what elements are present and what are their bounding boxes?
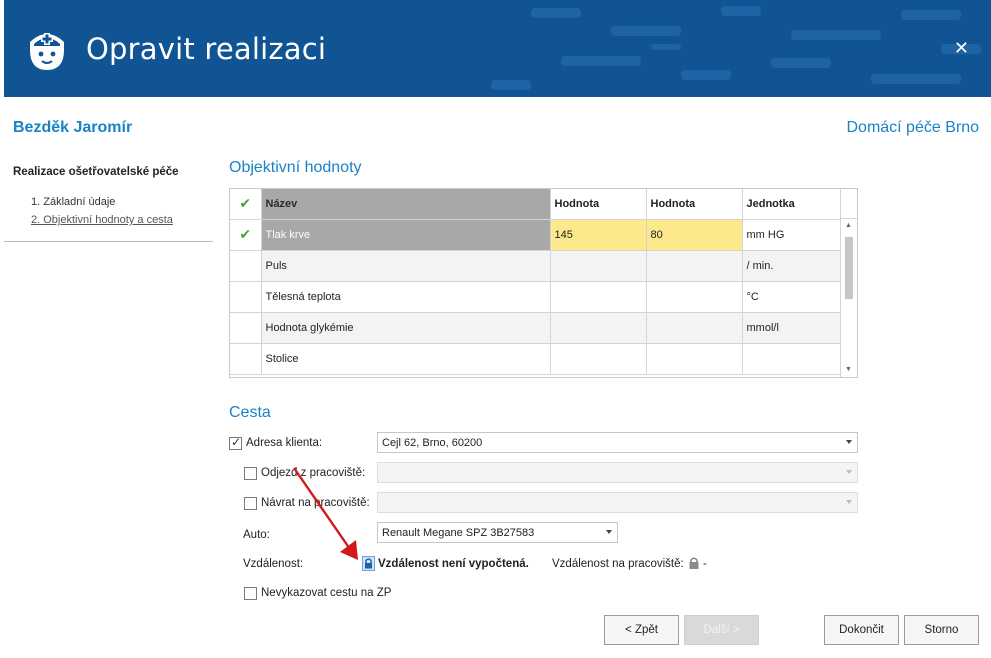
grid-scrollbar[interactable]: ▲ ▼ xyxy=(840,189,857,377)
row-name: Stolice xyxy=(261,343,551,375)
column-header-unit[interactable]: Jednotka xyxy=(742,189,842,220)
checkbox-tick-icon: ✓ xyxy=(231,435,242,449)
row-name: Tělesná teplota xyxy=(261,281,551,313)
objective-values-title: Objektivní hodnoty xyxy=(229,159,362,176)
wizard-step-objective-values[interactable]: 2. Objektivní hodnoty a cesta xyxy=(31,214,173,226)
column-header-name[interactable]: Název xyxy=(261,189,551,220)
close-icon[interactable]: ✕ xyxy=(954,38,969,59)
table-row[interactable]: ✔ Tlak krve 145 80 mm HG xyxy=(230,219,842,251)
lock-icon xyxy=(689,557,699,569)
row-name: Tlak krve xyxy=(261,219,551,251)
organization-name: Domácí péče Brno xyxy=(846,119,979,136)
departure-checkbox[interactable] xyxy=(244,467,257,480)
wizard-step-basic-data[interactable]: 1. Základní údaje xyxy=(31,196,115,208)
row-value-1[interactable] xyxy=(550,281,647,313)
no-report-checkbox[interactable] xyxy=(244,587,257,600)
back-button[interactable]: < Zpět xyxy=(604,615,679,645)
row-name: Hodnota glykémie xyxy=(261,312,551,344)
lock-icon[interactable] xyxy=(362,556,375,571)
row-name: Puls xyxy=(261,250,551,282)
header-check-icon[interactable]: ✔ xyxy=(230,189,262,220)
objective-values-grid[interactable]: ✔ Název Hodnota Hodnota Jednotka ✔ Tlak … xyxy=(229,188,858,378)
header-pattern xyxy=(491,6,981,90)
column-header-value-2[interactable]: Hodnota xyxy=(646,189,743,220)
row-check-cell[interactable] xyxy=(230,343,262,375)
client-address-value: Cejl 62, Brno, 60200 xyxy=(382,437,483,449)
chevron-down-icon xyxy=(846,500,852,504)
row-value-1[interactable] xyxy=(550,343,647,375)
sidebar-divider xyxy=(4,241,213,242)
distance-status: Vzdálenost není vypočtená. xyxy=(378,558,529,570)
row-unit: mmol/l xyxy=(742,312,842,344)
finish-button[interactable]: Dokončit xyxy=(824,615,899,645)
cancel-button[interactable]: Storno xyxy=(904,615,979,645)
car-label: Auto: xyxy=(243,529,270,541)
scroll-up-icon[interactable]: ▲ xyxy=(845,222,852,229)
table-row[interactable]: Hodnota glykémie mmol/l xyxy=(230,312,842,344)
scroll-down-icon[interactable]: ▼ xyxy=(845,366,852,373)
departure-select[interactable] xyxy=(377,462,858,483)
row-check-cell[interactable] xyxy=(230,250,262,282)
client-address-select[interactable]: Cejl 62, Brno, 60200 xyxy=(377,432,858,453)
distance-label: Vzdálenost: xyxy=(243,558,304,570)
row-value-1[interactable] xyxy=(550,312,647,344)
route-title: Cesta xyxy=(229,404,271,421)
client-address-label: Adresa klienta: xyxy=(246,437,323,449)
row-value-1[interactable] xyxy=(550,250,647,282)
no-report-label: Nevykazovat cestu na ZP xyxy=(261,587,392,599)
nurse-icon xyxy=(30,33,64,70)
return-select[interactable] xyxy=(377,492,858,513)
row-unit: mm HG xyxy=(742,219,842,251)
row-value-2[interactable] xyxy=(646,281,743,313)
departure-label: Odjezd z pracoviště: xyxy=(261,467,366,479)
grid-header-row: ✔ Název Hodnota Hodnota Jednotka xyxy=(230,189,842,220)
chevron-down-icon xyxy=(846,470,852,474)
row-value-2[interactable] xyxy=(646,312,743,344)
table-row[interactable]: Puls / min. xyxy=(230,250,842,282)
row-check-cell[interactable] xyxy=(230,312,262,344)
dialog-header: Opravit realizaci ✕ xyxy=(4,0,991,97)
dialog-title: Opravit realizaci xyxy=(86,32,327,66)
return-label: Návrat na pracoviště: xyxy=(261,497,370,509)
table-row[interactable]: Tělesná teplota °C xyxy=(230,281,842,313)
row-unit: °C xyxy=(742,281,842,313)
table-row[interactable]: Stolice xyxy=(230,343,842,375)
workplace-distance-label: Vzdálenost na pracoviště: xyxy=(552,558,684,570)
row-check-icon[interactable]: ✔ xyxy=(230,219,262,251)
car-value: Renault Megane SPZ 3B27583 xyxy=(382,527,535,539)
client-name: Bezděk Jaromír xyxy=(13,119,133,136)
column-header-value-1[interactable]: Hodnota xyxy=(550,189,647,220)
chevron-down-icon[interactable] xyxy=(846,440,852,444)
car-select[interactable]: Renault Megane SPZ 3B27583 xyxy=(377,522,618,543)
row-check-cell[interactable] xyxy=(230,281,262,313)
client-address-checkbox[interactable]: ✓ xyxy=(229,435,242,450)
row-value-2[interactable]: 80 xyxy=(646,219,743,251)
scrollbar-corner xyxy=(841,189,857,219)
annotation-arrow xyxy=(293,467,358,560)
wizard-title: Realizace ošetřovatelské péče xyxy=(13,166,179,178)
next-button[interactable]: Další > xyxy=(684,615,759,645)
workplace-distance-value: - xyxy=(703,558,707,570)
return-checkbox[interactable] xyxy=(244,497,257,510)
chevron-down-icon[interactable] xyxy=(606,530,612,534)
row-value-2[interactable] xyxy=(646,343,743,375)
scrollbar-thumb[interactable] xyxy=(845,237,853,299)
row-unit xyxy=(742,343,842,375)
row-value-1[interactable]: 145 xyxy=(550,219,647,251)
row-value-2[interactable] xyxy=(646,250,743,282)
row-unit: / min. xyxy=(742,250,842,282)
